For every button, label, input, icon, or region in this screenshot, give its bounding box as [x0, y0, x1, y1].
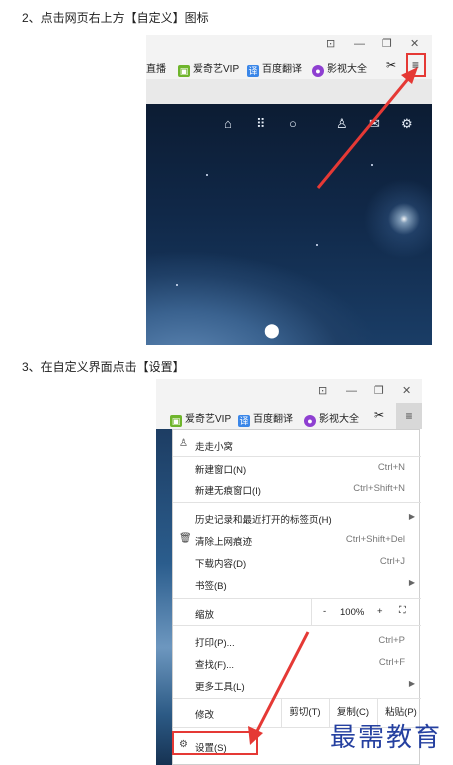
arrow-head-1	[401, 67, 418, 84]
arrow-line-1	[316, 73, 414, 189]
arrow-head-2	[248, 726, 263, 745]
arrow-line-2	[253, 631, 310, 736]
watermark-text: 最需教育	[330, 723, 443, 753]
annotation-arrows	[248, 67, 418, 745]
